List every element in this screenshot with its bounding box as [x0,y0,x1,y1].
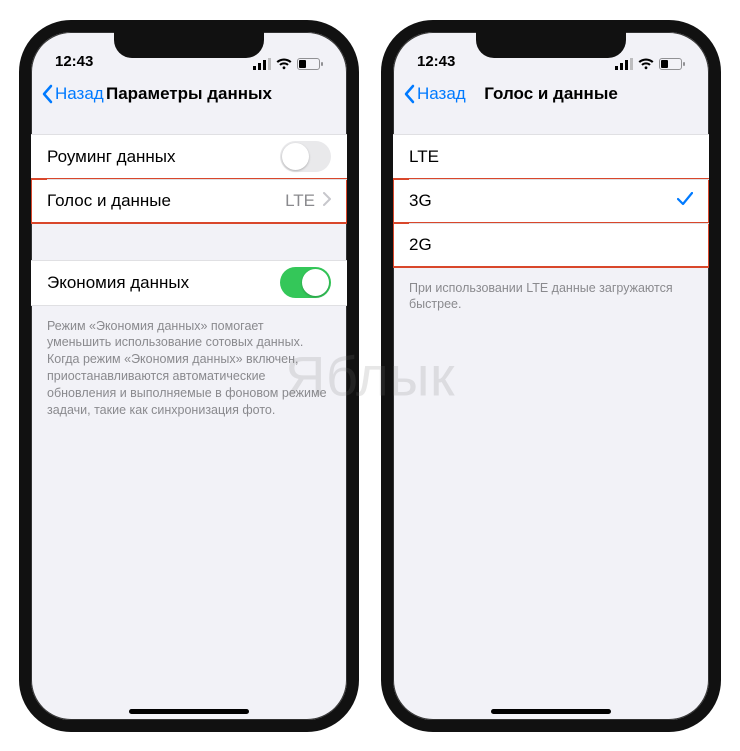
voice-data-value: LTE [285,191,315,211]
status-icons [253,58,323,70]
option-3g[interactable]: 3G [393,179,709,223]
cellular-icon [253,58,271,70]
voice-options-footer: При использовании LTE данные загружаются… [393,274,709,314]
home-indicator[interactable] [129,709,249,714]
device-right: 12:43 Назад Голос и данные LTE 3G [381,20,721,732]
group-voice-options: LTE 3G 2G [393,134,709,268]
device-left: 12:43 Назад Параметры данных Роуминг дан… [19,20,359,732]
option-label: 2G [409,235,693,255]
option-label: 3G [409,191,677,211]
low-data-switch[interactable] [280,267,331,298]
chevron-left-icon [403,84,415,104]
row-roaming[interactable]: Роуминг данных [31,135,347,179]
back-button[interactable]: Назад [41,84,104,104]
wifi-icon [276,58,292,70]
option-label: LTE [409,147,693,167]
roaming-switch[interactable] [280,141,331,172]
back-label: Назад [55,84,104,104]
row-voice-data[interactable]: Голос и данные LTE [31,179,347,223]
option-lte[interactable]: LTE [393,135,709,179]
row-low-data[interactable]: Экономия данных [31,261,347,305]
cellular-icon [615,58,633,70]
group-roaming-voice: Роуминг данных Голос и данные LTE [31,134,347,224]
nav-bar: Назад Голос и данные [393,72,709,116]
roaming-label: Роуминг данных [47,147,280,167]
battery-icon [659,58,685,70]
chevron-right-icon [323,191,331,211]
low-data-label: Экономия данных [47,273,280,293]
low-data-footer: Режим «Экономия данных» помогает уменьши… [31,312,347,419]
checkmark-icon [677,191,693,211]
voice-data-label: Голос и данные [47,191,285,211]
nav-bar: Назад Параметры данных [31,72,347,116]
back-button[interactable]: Назад [403,84,466,104]
battery-icon [297,58,323,70]
device-notch [476,32,626,58]
back-label: Назад [417,84,466,104]
option-2g[interactable]: 2G [393,223,709,267]
device-notch [114,32,264,58]
chevron-left-icon [41,84,53,104]
home-indicator[interactable] [491,709,611,714]
group-low-data: Экономия данных [31,260,347,306]
wifi-icon [638,58,654,70]
status-icons [615,58,685,70]
